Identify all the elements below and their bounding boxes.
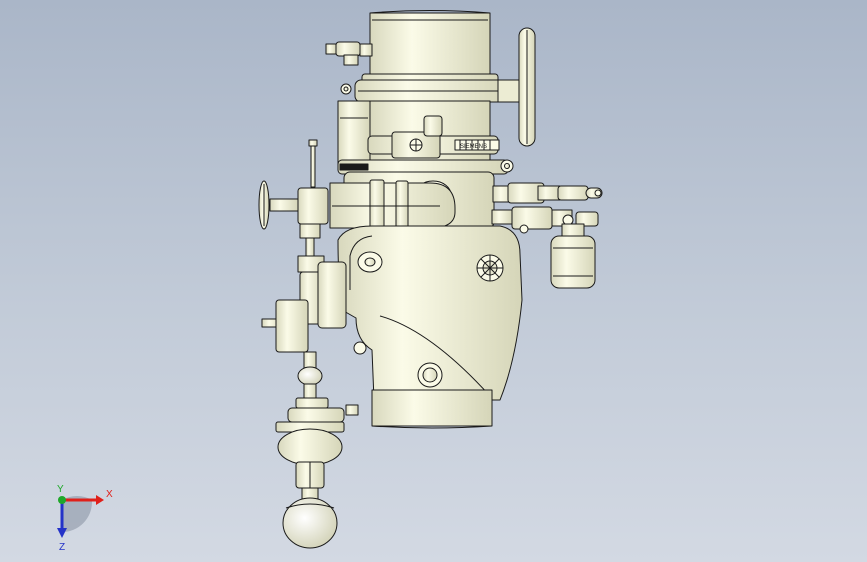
- valve-assembly-model[interactable]: SIEMENS: [0, 0, 867, 562]
- left-trim-stack[interactable]: [261, 237, 347, 399]
- lower-actuator[interactable]: [275, 397, 359, 489]
- left-hand-wheel-valve[interactable]: [258, 139, 329, 239]
- y-axis-marker: [58, 496, 66, 504]
- top-pipe[interactable]: [369, 10, 491, 76]
- pressure-gauge[interactable]: [497, 27, 536, 147]
- z-axis-label: Z: [59, 542, 65, 552]
- orientation-triad: X Y Z: [57, 484, 113, 552]
- x-axis-label: X: [106, 489, 113, 500]
- cad-viewport[interactable]: SIEMENS X Y Z: [0, 0, 867, 562]
- upper-clamp[interactable]: [340, 73, 513, 103]
- strainer-drum[interactable]: [550, 223, 596, 289]
- y-axis-label: Y: [57, 484, 64, 495]
- bottom-outlet[interactable]: [371, 389, 493, 429]
- right-alarm-fittings[interactable]: [491, 182, 603, 234]
- left-elbow-pipe[interactable]: [329, 179, 456, 233]
- nameplate-text: SIEMENS: [460, 144, 487, 150]
- main-valve-body[interactable]: [337, 225, 523, 401]
- top-left-fitting[interactable]: [325, 41, 373, 66]
- bottom-drain-ball[interactable]: [282, 487, 338, 549]
